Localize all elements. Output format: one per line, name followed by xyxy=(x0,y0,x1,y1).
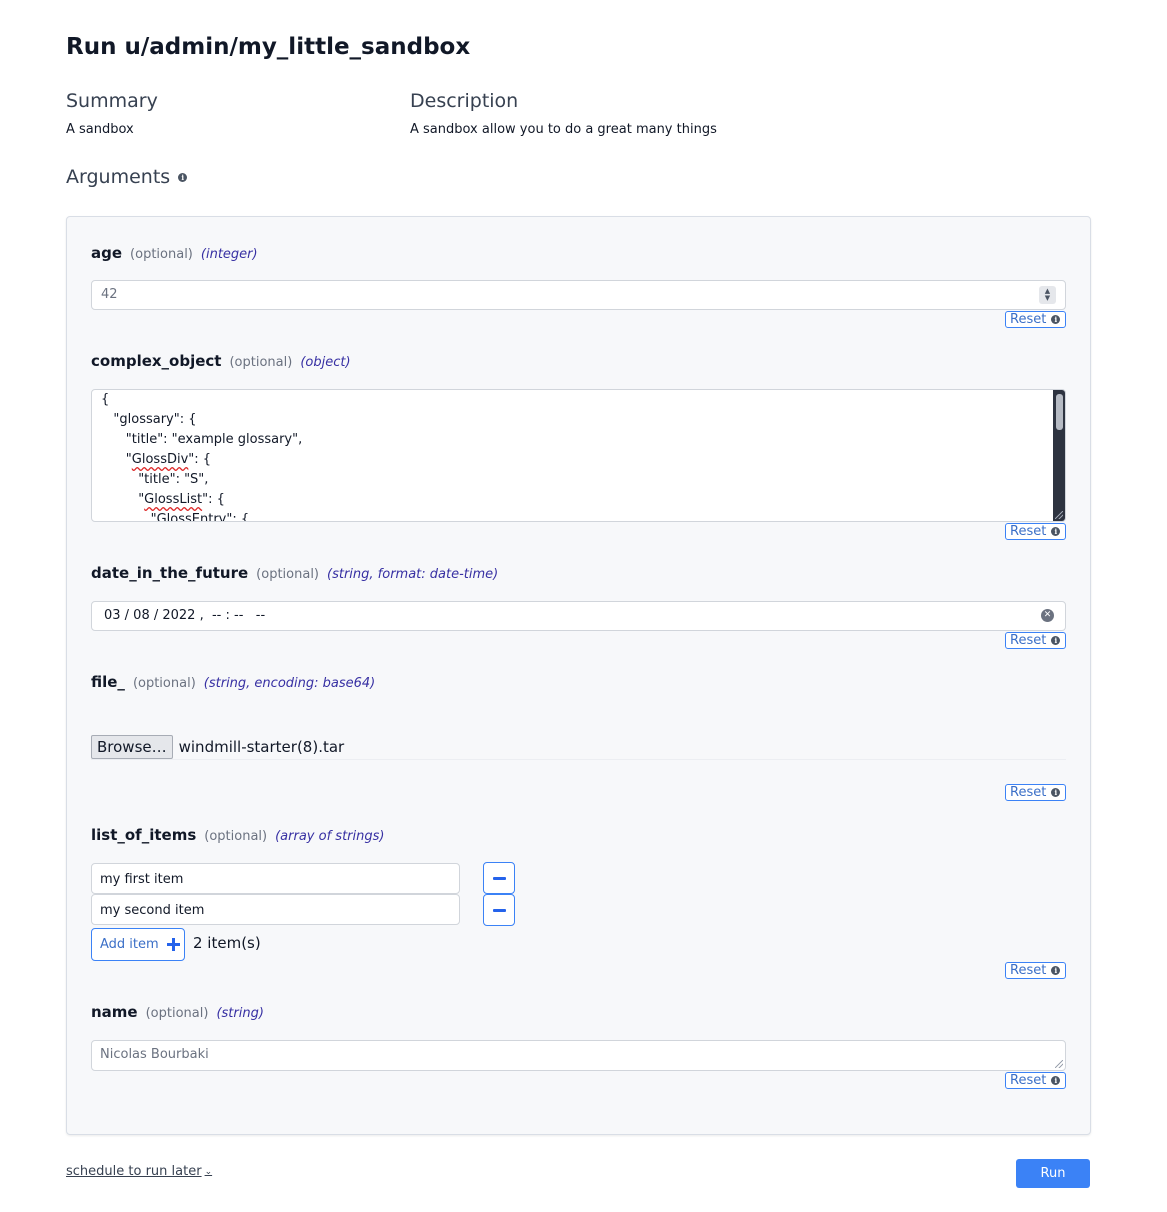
arg-optional: (optional) xyxy=(256,567,320,582)
arg-optional: (optional) xyxy=(204,829,268,844)
list-label: list_of_items (optional) (array of strin… xyxy=(91,826,384,844)
arg-name: name xyxy=(91,1003,138,1021)
schedule-label: schedule to run later xyxy=(66,1164,202,1179)
summary-heading: Summary xyxy=(66,90,158,112)
add-item-label: Add item xyxy=(100,937,159,952)
item-count: 2 item(s) xyxy=(193,934,261,952)
file-label: file_ (optional) (string, encoding: base… xyxy=(91,673,375,691)
reset-label: Reset xyxy=(1010,633,1047,648)
reset-button[interactable]: Reset i xyxy=(1005,1072,1066,1089)
resize-handle-icon[interactable] xyxy=(1055,511,1063,519)
arg-optional: (optional) xyxy=(145,1006,209,1021)
reset-button[interactable]: Reset i xyxy=(1005,784,1066,801)
arg-name: age xyxy=(91,244,123,262)
scrollbar[interactable] xyxy=(1053,390,1065,521)
date-value: 03 / 08 / 2022 , -- : -- -- xyxy=(104,608,266,623)
page-title: Run u/admin/my_little_sandbox xyxy=(66,34,471,60)
info-icon: i xyxy=(1051,636,1061,645)
arguments-heading-label: Arguments xyxy=(66,166,171,188)
add-item-button[interactable]: Add item xyxy=(91,928,185,961)
name-input[interactable]: Nicolas Bourbaki xyxy=(91,1040,1066,1071)
age-input[interactable]: 42 ▲ ▼ xyxy=(91,280,1066,310)
info-icon: i xyxy=(1051,527,1061,536)
remove-item-button[interactable] xyxy=(483,894,515,926)
code-line: "title": "example glossary", xyxy=(101,432,303,447)
minus-icon xyxy=(492,876,506,880)
arg-type: (string, format: date-time) xyxy=(327,567,499,582)
code-line: "glossary": { xyxy=(101,412,197,427)
description-value: A sandbox allow you to do a great many t… xyxy=(410,122,717,137)
code-line: "title": "S", xyxy=(101,472,209,487)
age-value: 42 xyxy=(101,287,118,302)
list-item-input[interactable]: my first item xyxy=(91,863,460,894)
arg-type: (object) xyxy=(300,355,351,370)
plus-icon xyxy=(166,938,180,951)
arg-optional: (optional) xyxy=(229,355,293,370)
reset-label: Reset xyxy=(1010,963,1047,978)
complex-object-label: complex_object (optional) (object) xyxy=(91,352,351,370)
file-input[interactable]: Browse… windmill-starter(8).tar xyxy=(91,735,1066,760)
arg-type: (integer) xyxy=(200,247,258,262)
reset-button[interactable]: Reset i xyxy=(1005,632,1066,649)
summary-value: A sandbox xyxy=(66,122,134,137)
reset-label: Reset xyxy=(1010,785,1047,800)
age-label: age (optional) (integer) xyxy=(91,244,258,262)
reset-label: Reset xyxy=(1010,1073,1047,1088)
minus-icon xyxy=(492,908,506,912)
code-line: { xyxy=(101,392,110,407)
arg-name: list_of_items xyxy=(91,826,197,844)
schedule-link[interactable]: schedule to run later ⌄ xyxy=(66,1164,212,1179)
date-input[interactable]: 03 / 08 / 2022 , -- : -- -- ✕ xyxy=(91,601,1066,631)
reset-button[interactable]: Reset i xyxy=(1005,523,1066,540)
date-label: date_in_the_future (optional) (string, f… xyxy=(91,564,498,582)
arg-type: (array of strings) xyxy=(275,829,385,844)
summary-section: Summary A sandbox xyxy=(66,90,158,137)
code-line: "GlossList": { xyxy=(101,492,225,507)
complex-object-editor[interactable]: { "glossary": { "title": "example glossa… xyxy=(91,389,1066,522)
code-line: "GlossEntry": { xyxy=(101,512,250,522)
arg-type: (string) xyxy=(216,1006,264,1021)
run-button[interactable]: Run xyxy=(1016,1159,1090,1188)
info-icon[interactable]: i xyxy=(178,172,188,182)
scroll-thumb[interactable] xyxy=(1056,394,1063,430)
name-value: Nicolas Bourbaki xyxy=(100,1047,209,1062)
arg-name: complex_object xyxy=(91,352,222,370)
description-section: Description A sandbox allow you to do a … xyxy=(410,90,717,137)
reset-label: Reset xyxy=(1010,312,1047,327)
reset-button[interactable]: Reset i xyxy=(1005,962,1066,979)
browse-button[interactable]: Browse… xyxy=(91,735,173,759)
number-spinner-icon[interactable]: ▲ ▼ xyxy=(1039,286,1056,304)
arg-name: file_ xyxy=(91,673,125,691)
info-icon: i xyxy=(1051,1076,1061,1085)
resize-handle-icon[interactable] xyxy=(1055,1060,1063,1068)
chevron-down-icon: ⌄ xyxy=(204,1166,213,1177)
reset-label: Reset xyxy=(1010,524,1047,539)
info-icon: i xyxy=(1051,966,1061,975)
list-item-input[interactable]: my second item xyxy=(91,894,460,925)
arg-optional: (optional) xyxy=(132,676,196,691)
reset-button[interactable]: Reset i xyxy=(1005,311,1066,328)
remove-item-button[interactable] xyxy=(483,862,515,894)
name-label: name (optional) (string) xyxy=(91,1003,264,1021)
arg-type: (string, encoding: base64) xyxy=(203,676,376,691)
description-heading: Description xyxy=(410,90,519,112)
code-line: "GlossDiv": { xyxy=(101,452,212,467)
info-icon: i xyxy=(1051,788,1061,797)
arg-name: date_in_the_future xyxy=(91,564,249,582)
clear-icon[interactable]: ✕ xyxy=(1041,609,1054,622)
info-icon: i xyxy=(1051,315,1061,324)
arguments-heading: Arguments i xyxy=(66,166,188,188)
json-code: { "glossary": { "title": "example glossa… xyxy=(101,390,303,522)
arg-optional: (optional) xyxy=(130,247,193,262)
file-name: windmill-starter(8).tar xyxy=(178,738,345,756)
